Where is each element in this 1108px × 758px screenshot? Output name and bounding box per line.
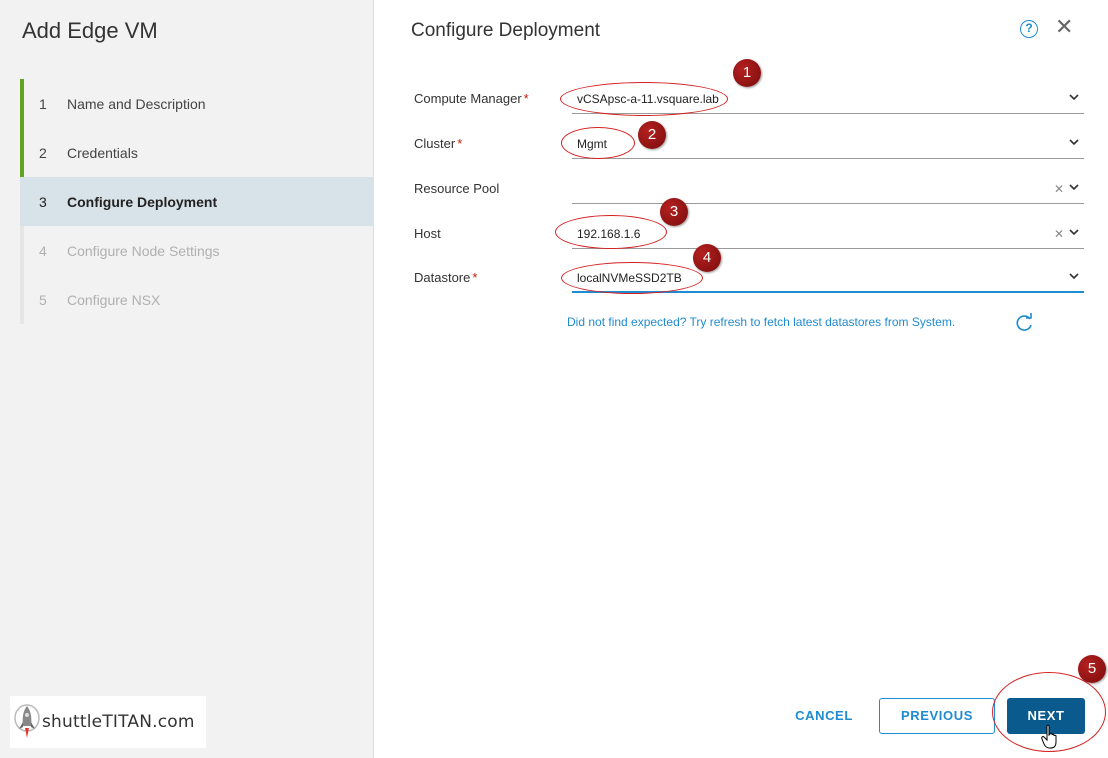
rocket-icon [14, 704, 40, 738]
annotation-badge: 5 [1078, 655, 1106, 683]
annotation-badge: 1 [733, 59, 761, 87]
compute-manager-select[interactable]: vCSApsc-a-11.vsquare.lab [572, 86, 1084, 114]
step-name-and-description[interactable]: 1 Name and Description [20, 79, 374, 128]
host-row: Host 192.168.1.6 ✕ [414, 221, 1084, 249]
wizard-title: Add Edge VM [22, 18, 158, 43]
chevron-down-icon [1069, 273, 1079, 280]
clear-icon[interactable]: ✕ [1054, 227, 1064, 241]
help-icon[interactable]: ? [1020, 20, 1038, 38]
step-label: Configure Node Settings [67, 242, 220, 259]
step-label: Credentials [67, 144, 138, 161]
next-button[interactable]: NEXT [1007, 698, 1085, 734]
host-label: Host [414, 226, 441, 241]
step-label: Configure Deployment [67, 193, 218, 210]
clear-icon[interactable]: ✕ [1054, 182, 1064, 196]
brand-text: shuttleTITAN.com [42, 712, 195, 732]
field-label-text: Datastore [414, 270, 471, 285]
brand-watermark: shuttleTITAN.com [10, 696, 206, 748]
required-marker: * [523, 91, 529, 106]
annotation-badge: 4 [693, 244, 721, 272]
cluster-row: Cluster * Mgmt [414, 131, 1084, 159]
host-value: 192.168.1.6 [577, 227, 641, 241]
cluster-label: Cluster * [414, 136, 462, 151]
refresh-hint-link[interactable]: Did not find expected? Try refresh to fe… [567, 315, 955, 329]
compute-manager-value: vCSApsc-a-11.vsquare.lab [577, 92, 719, 106]
wizard-sidebar: Add Edge VM 1 Name and Description 2 Cre… [0, 0, 374, 758]
page-title: Configure Deployment [411, 20, 601, 41]
step-label: Name and Description [67, 95, 206, 112]
chevron-down-icon [1069, 139, 1079, 146]
step-number: 4 [39, 242, 47, 259]
chevron-down-icon [1069, 229, 1079, 236]
step-label: Configure NSX [67, 291, 161, 308]
resource-pool-select[interactable]: ✕ [572, 176, 1084, 204]
field-label-text: Cluster [414, 136, 456, 151]
step-number: 5 [39, 291, 47, 308]
datastore-value: localNVMeSSD2TB [577, 271, 682, 285]
compute-manager-row: Compute Manager * vCSApsc-a-11.vsquare.la… [414, 86, 1084, 114]
previous-button[interactable]: PREVIOUS [879, 698, 995, 734]
datastore-label: Datastore * [414, 270, 477, 285]
resource-pool-row: Resource Pool ✕ [414, 176, 1084, 204]
host-select[interactable]: 192.168.1.6 ✕ [572, 221, 1084, 249]
cancel-button[interactable]: CANCEL [779, 698, 869, 734]
wizard-steps: 1 Name and Description 2 Credentials 3 C… [20, 79, 374, 324]
step-number: 1 [39, 95, 47, 112]
step-configure-node-settings: 4 Configure Node Settings [20, 226, 374, 275]
datastore-row: Datastore * localNVMeSSD2TB [414, 265, 1084, 293]
refresh-icon[interactable] [1013, 312, 1035, 334]
datastore-select[interactable]: localNVMeSSD2TB [572, 265, 1084, 293]
cluster-value: Mgmt [577, 137, 607, 151]
main-panel: Configure Deployment ? ✕ Compute Manager… [375, 0, 1108, 758]
step-credentials[interactable]: 2 Credentials [20, 128, 374, 177]
required-marker: * [472, 270, 478, 285]
chevron-down-icon [1069, 94, 1079, 101]
annotation-badge: 3 [660, 198, 688, 226]
close-icon[interactable]: ✕ [1055, 14, 1073, 40]
field-label-text: Compute Manager [414, 91, 522, 106]
resource-pool-label: Resource Pool [414, 181, 500, 196]
annotation-badge: 2 [638, 121, 666, 149]
compute-manager-label: Compute Manager * [414, 91, 529, 106]
step-number: 2 [39, 144, 47, 161]
step-number: 3 [39, 193, 47, 210]
chevron-down-icon [1069, 184, 1079, 191]
required-marker: * [457, 136, 463, 151]
step-configure-nsx: 5 Configure NSX [20, 275, 374, 324]
step-configure-deployment[interactable]: 3 Configure Deployment [20, 177, 374, 226]
